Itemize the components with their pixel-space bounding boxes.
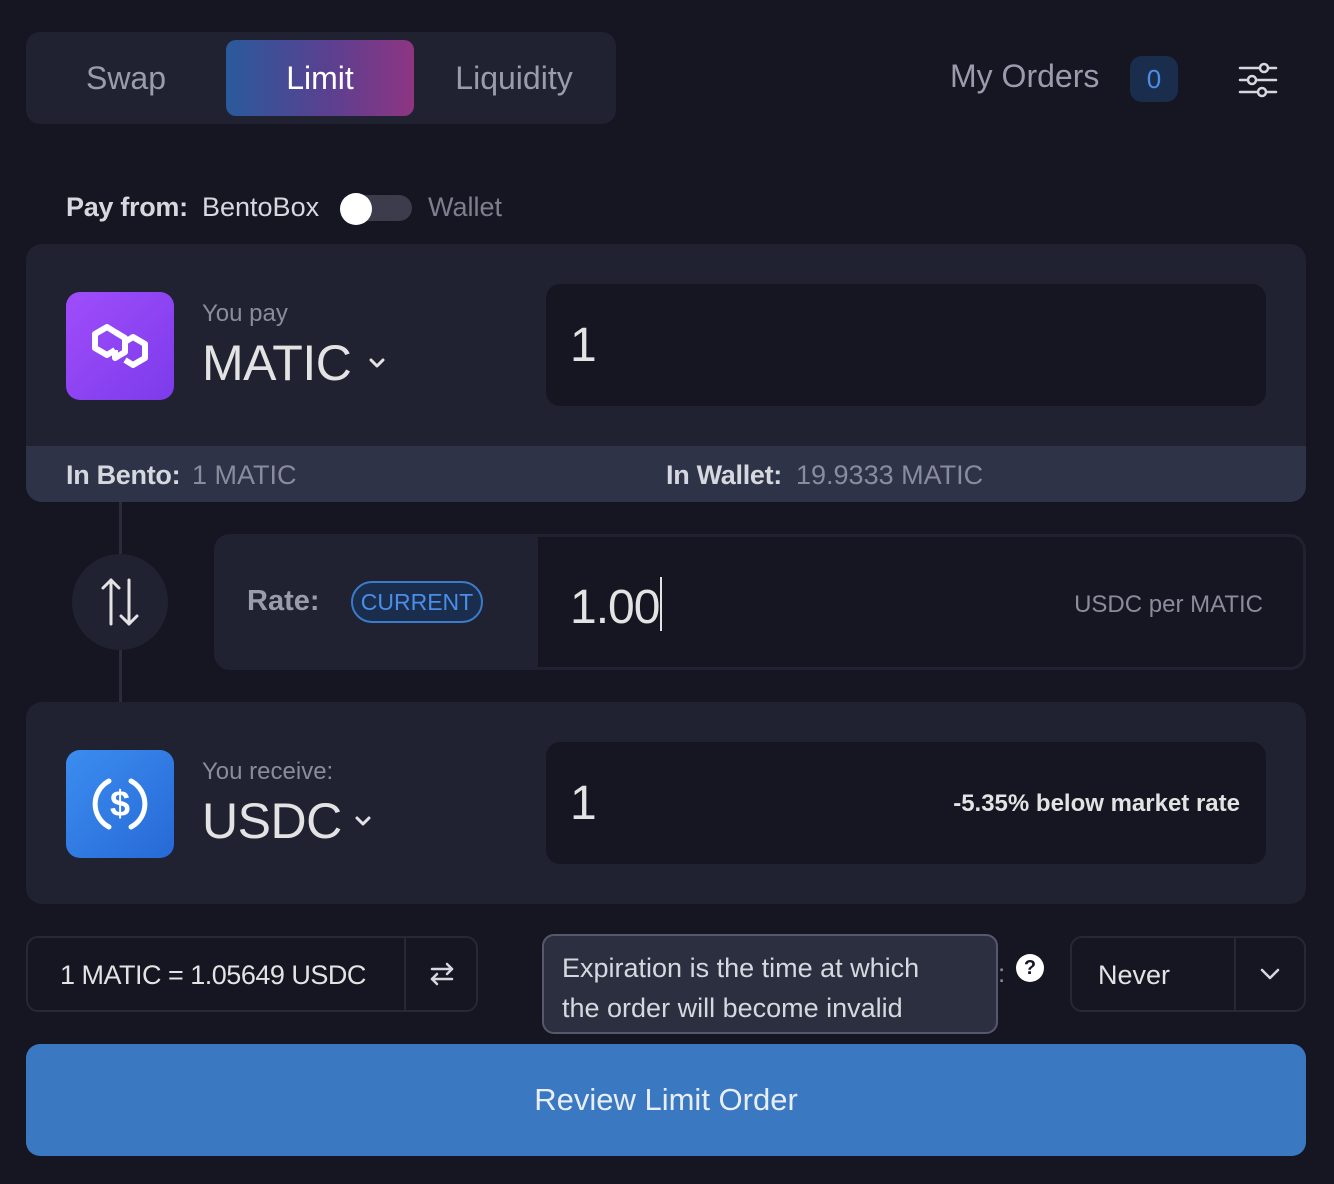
in-wallet-label: In Wallet: <box>666 460 782 490</box>
receive-panel: $ You receive: USDC 1 -5.35% below marke… <box>26 702 1306 904</box>
expiration-select[interactable]: Never <box>1070 936 1306 1012</box>
pay-from-wallet-label: Wallet <box>428 192 503 222</box>
expiration-tooltip: Expiration is the time at which the orde… <box>542 934 998 1034</box>
market-rate-note: -5.35% below market rate <box>953 790 1240 817</box>
limit-order-widget: Swap Limit Liquidity My Orders 0 Pay fro… <box>0 0 1334 1184</box>
pay-from-label: Pay from: <box>66 192 188 222</box>
chevron-down-icon[interactable] <box>366 352 388 374</box>
rate-value: 1.00 <box>570 581 660 634</box>
pay-amount-value: 1 <box>570 319 597 372</box>
expiration-colon: : <box>998 958 1006 988</box>
you-receive-label: You receive: <box>202 758 334 785</box>
tab-limit[interactable]: Limit <box>226 40 414 116</box>
swap-direction-button[interactable] <box>72 554 168 650</box>
rate-unit: USDC per MATIC <box>1074 591 1263 618</box>
orders-count-badge[interactable]: 0 <box>1130 56 1178 102</box>
toggle-knob <box>340 193 372 225</box>
tab-swap[interactable]: Swap <box>46 40 206 116</box>
tab-bar: Swap Limit Liquidity <box>26 32 616 124</box>
receive-amount-input[interactable]: 1 -5.35% below market rate <box>546 742 1266 864</box>
divider <box>1234 938 1236 1010</box>
rate-value-wrap: 1.00 <box>570 577 663 635</box>
chevron-down-icon[interactable] <box>352 810 374 832</box>
current-rate-button[interactable]: CURRENT <box>351 581 483 623</box>
in-bento-value[interactable]: 1 MATIC <box>192 460 297 491</box>
svg-text:$: $ <box>110 783 130 824</box>
pay-from-bentobox-label: BentoBox <box>202 192 320 222</box>
rate-input[interactable]: 1.00 USDC per MATIC <box>538 537 1303 667</box>
balance-bar: In Bento: 1 MATIC In Wallet: 19.9333 MAT… <box>26 446 1306 502</box>
pay-token-selector[interactable]: MATIC <box>202 334 352 392</box>
my-orders-link[interactable]: My Orders <box>950 58 1099 95</box>
swap-arrows-icon <box>101 578 139 626</box>
swap-horizontal-icon[interactable] <box>428 960 456 988</box>
settings-sliders-icon[interactable] <box>1236 60 1280 100</box>
rate-label: Rate: <box>247 585 320 617</box>
receive-amount-value: 1 <box>570 777 597 830</box>
price-text: 1 MATIC = 1.05649 USDC <box>60 960 366 990</box>
you-pay-label: You pay <box>202 300 288 327</box>
expiration-value: Never <box>1098 960 1171 990</box>
receive-token-selector[interactable]: USDC <box>202 792 342 850</box>
connector-line <box>119 502 122 554</box>
tooltip-line: Expiration is the time at which <box>562 953 920 983</box>
pay-amount-input[interactable]: 1 <box>546 284 1266 406</box>
pay-panel: You pay MATIC 1 In Bento: 1 MATIC In Wal… <box>26 244 1306 502</box>
matic-logo-icon[interactable] <box>66 292 174 400</box>
review-limit-order-button[interactable]: Review Limit Order <box>26 1044 1306 1156</box>
pay-from-toggle[interactable] <box>340 193 412 225</box>
divider <box>404 938 406 1010</box>
tab-liquidity[interactable]: Liquidity <box>426 40 602 116</box>
text-caret <box>660 577 663 631</box>
price-display: 1 MATIC = 1.05649 USDC <box>26 936 478 1012</box>
in-wallet-value[interactable]: 19.9333 MATIC <box>796 460 983 491</box>
usdc-logo-icon[interactable]: $ <box>66 750 174 858</box>
tooltip-line: the order will become invalid <box>562 993 903 1023</box>
in-bento-label: In Bento: <box>66 460 181 490</box>
chevron-down-icon[interactable] <box>1258 962 1282 986</box>
rate-panel: Rate: CURRENT 1.00 USDC per MATIC <box>214 534 1306 670</box>
help-icon[interactable]: ? <box>1016 954 1044 982</box>
connector-line <box>119 650 122 702</box>
